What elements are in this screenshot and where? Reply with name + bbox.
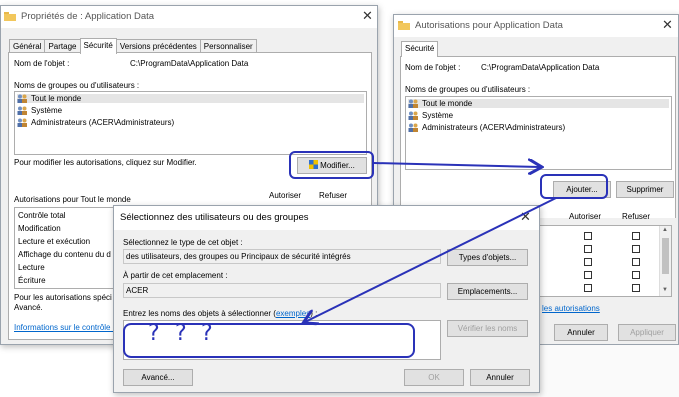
location-label: À partir de cet emplacement : [123, 271, 228, 280]
scrollbar-thumb[interactable] [662, 238, 669, 274]
special-perms-text: Pour les autorisations spéci [14, 293, 112, 302]
object-name-label: Nom de l'objet : [405, 63, 461, 72]
ok-button[interactable]: OK [404, 369, 464, 386]
names-label: Entrez les noms des objets à sélectionne… [123, 309, 317, 318]
object-type-field: des utilisateurs, des groupes ou Princip… [123, 249, 441, 264]
location-field: ACER [123, 283, 441, 298]
annotation-highlight-add [540, 174, 608, 199]
info-link[interactable]: Informations sur le contrôle d [14, 323, 117, 332]
list-item-label: Administrateurs (ACER\Administrateurs) [31, 118, 175, 127]
names-label-text: Entrez les noms des objets à sélectionne… [123, 309, 276, 318]
allow-checkbox[interactable] [584, 245, 592, 253]
list-item[interactable]: Administrateurs (ACER\Administrateurs) [17, 118, 174, 127]
annotation-question-mark: ? [201, 321, 213, 346]
groups-label: Noms de groupes ou d'utilisateurs : [405, 85, 531, 94]
users-icon [408, 123, 419, 132]
permissions-link[interactable]: les autorisations [542, 304, 600, 313]
annotation-question-mark: ? [148, 321, 160, 346]
close-icon[interactable]: ✕ [362, 9, 373, 23]
deny-checkbox[interactable] [632, 258, 640, 266]
check-names-button[interactable]: Vérifier les noms [447, 320, 528, 337]
examples-link[interactable]: exemples [276, 309, 310, 318]
perm-row: Lecture [18, 263, 45, 272]
groups-list: Tout le monde Système Administrateurs (A… [14, 91, 367, 155]
list-item[interactable]: Système [408, 111, 453, 120]
users-icon [17, 118, 28, 127]
allow-header: Autoriser [569, 212, 602, 221]
list-item-label: Administrateurs (ACER\Administrateurs) [422, 123, 566, 132]
select-users-dialog: Sélectionnez des utilisateurs ou des gro… [113, 205, 540, 393]
close-icon[interactable]: ✕ [520, 210, 531, 224]
permissions-title: Autorisations pour Application Data [415, 20, 563, 31]
users-icon [408, 99, 419, 108]
tab-security[interactable]: Sécurité [79, 38, 117, 54]
properties-titlebar: Propriétés de : Application Data ✕ [1, 6, 377, 28]
deny-checkbox[interactable] [632, 284, 640, 292]
scroll-up-icon[interactable]: ▲ [662, 227, 668, 233]
remove-button[interactable]: Supprimer [616, 181, 674, 198]
list-item[interactable]: Système [17, 106, 62, 115]
folder-icon [4, 12, 16, 21]
groups-label: Noms de groupes ou d'utilisateurs : [14, 81, 140, 90]
desktop-background [540, 345, 679, 397]
list-item[interactable]: Administrateurs (ACER\Administrateurs) [408, 123, 565, 132]
list-item[interactable]: Tout le monde [17, 94, 364, 103]
annotation-highlight-names [123, 323, 415, 358]
permissions-titlebar: Autorisations pour Application Data ✕ [394, 15, 678, 37]
allow-checkbox[interactable] [584, 284, 592, 292]
deny-checkbox[interactable] [632, 271, 640, 279]
deny-header: Refuser [319, 191, 348, 200]
perm-row: Écriture [18, 276, 46, 285]
object-name-label: Nom de l'objet : [14, 59, 70, 68]
deny-header: Refuser [622, 212, 651, 221]
users-icon [17, 94, 28, 103]
perm-row: Modification [18, 224, 61, 233]
annotation-highlight-modify [289, 151, 374, 179]
close-icon[interactable]: ✕ [662, 18, 673, 32]
perms-label: Autorisations pour Tout le monde [14, 195, 131, 204]
allow-checkbox[interactable] [584, 271, 592, 279]
deny-checkbox[interactable] [632, 245, 640, 253]
object-type-label: Sélectionnez le type de cet objet : [123, 238, 243, 247]
list-item-label: Tout le monde [422, 99, 473, 108]
special-perms-text-2: Avancé. [14, 303, 43, 312]
folder-icon [398, 21, 410, 30]
object-types-button[interactable]: Types d'objets... [447, 249, 528, 266]
select-dialog-title: Sélectionnez des utilisateurs ou des gro… [120, 212, 309, 223]
list-item-label: Système [31, 106, 63, 115]
annotation-question-mark: ? [175, 321, 187, 346]
allow-header: Autoriser [269, 191, 302, 200]
scroll-down-icon[interactable]: ▼ [662, 287, 668, 293]
permissions-list: ▲ ▼ [539, 225, 672, 297]
perm-row: Affichage du contenu du d [18, 250, 111, 259]
allow-checkbox[interactable] [584, 258, 592, 266]
list-item[interactable]: Tout le monde [408, 99, 669, 108]
apply-button[interactable]: Appliquer [618, 324, 676, 341]
scrollbar[interactable]: ▲ ▼ [659, 226, 671, 296]
groups-list: Tout le monde Système Administrateurs (A… [405, 96, 672, 170]
object-name-value: C:\ProgramData\Application Data [130, 59, 249, 68]
modify-hint: Pour modifier les autorisations, cliquez… [14, 158, 197, 167]
list-item-label: Système [422, 111, 454, 120]
list-item-label: Tout le monde [31, 94, 82, 103]
cancel-button[interactable]: Annuler [470, 369, 530, 386]
locations-button[interactable]: Emplacements... [447, 283, 528, 300]
permissions-tabs: Sécurité [401, 41, 439, 58]
names-label-suffix: ) : [310, 309, 318, 318]
users-icon [408, 111, 419, 120]
perm-row: Contrôle total [18, 211, 66, 220]
perm-row: Lecture et exécution [18, 237, 91, 246]
allow-checkbox[interactable] [584, 232, 592, 240]
deny-checkbox[interactable] [632, 232, 640, 240]
advanced-button[interactable]: Avancé... [123, 369, 193, 386]
select-dialog-titlebar: Sélectionnez des utilisateurs ou des gro… [114, 206, 539, 230]
cancel-button[interactable]: Annuler [554, 324, 608, 341]
permissions-panel: Nom de l'objet : C:\ProgramData\Applicat… [400, 56, 676, 218]
users-icon [17, 106, 28, 115]
properties-title: Propriétés de : Application Data [21, 11, 155, 22]
tab-security[interactable]: Sécurité [401, 41, 439, 57]
object-name-value: C:\ProgramData\Application Data [481, 63, 600, 72]
